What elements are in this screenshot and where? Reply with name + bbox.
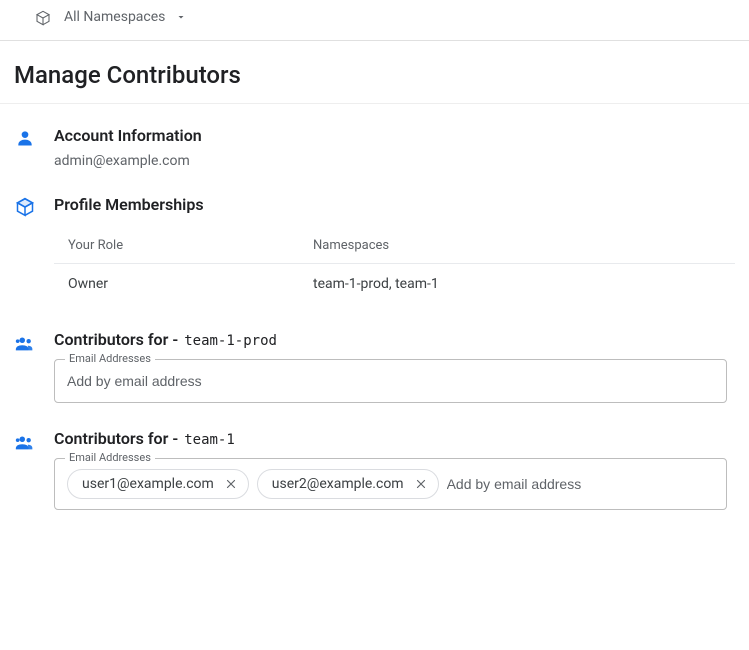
people-icon: [14, 330, 36, 354]
table-row: Owner team-1-prod, team-1: [54, 264, 735, 304]
memberships-section: Profile Memberships Your Role Namespaces…: [14, 195, 735, 304]
chip-label: user2@example.com: [272, 476, 404, 492]
field-label: Email Addresses: [65, 352, 155, 365]
contributors-prefix: Contributors for -: [54, 429, 178, 448]
email-chip-input[interactable]: Email Addresses user1@example.com user2@…: [54, 458, 727, 510]
email-input[interactable]: [67, 373, 714, 389]
email-chip: user2@example.com: [257, 469, 439, 499]
content-area: Account Information admin@example.com Pr…: [0, 104, 749, 558]
contributors-heading: Contributors for - team-1-prod: [54, 330, 735, 349]
col-header-namespaces: Namespaces: [313, 238, 721, 253]
cube-icon: [32, 8, 54, 26]
cube-icon: [14, 195, 36, 217]
contributors-section: Contributors for - team-1-prod Email Add…: [14, 330, 735, 403]
person-icon: [14, 126, 36, 148]
table-header: Your Role Namespaces: [54, 228, 735, 264]
col-header-role: Your Role: [68, 238, 313, 253]
email-chip-input[interactable]: Email Addresses: [54, 359, 727, 403]
contributors-namespace: team-1: [184, 432, 235, 448]
namespace-selector-label[interactable]: All Namespaces: [64, 9, 165, 25]
cell-namespaces: team-1-prod, team-1: [313, 276, 721, 292]
memberships-table: Your Role Namespaces Owner team-1-prod, …: [54, 228, 735, 304]
page-title: Manage Contributors: [0, 41, 749, 104]
field-label: Email Addresses: [65, 451, 155, 464]
email-input[interactable]: [447, 476, 714, 492]
contributors-section: Contributors for - team-1 Email Addresse…: [14, 429, 735, 510]
chip-remove-icon[interactable]: [414, 477, 428, 491]
email-chip: user1@example.com: [67, 469, 249, 499]
account-heading: Account Information: [54, 126, 735, 145]
account-section: Account Information admin@example.com: [14, 126, 735, 169]
contributors-namespace: team-1-prod: [184, 333, 277, 349]
namespace-selector-bar: All Namespaces: [0, 0, 749, 41]
contributors-heading: Contributors for - team-1: [54, 429, 735, 448]
chip-label: user1@example.com: [82, 476, 214, 492]
chevron-down-icon[interactable]: [175, 11, 187, 23]
memberships-heading: Profile Memberships: [54, 195, 735, 214]
chip-remove-icon[interactable]: [224, 477, 238, 491]
contributors-prefix: Contributors for -: [54, 330, 178, 349]
cell-role: Owner: [68, 276, 313, 292]
people-icon: [14, 429, 36, 453]
account-email: admin@example.com: [54, 153, 735, 169]
